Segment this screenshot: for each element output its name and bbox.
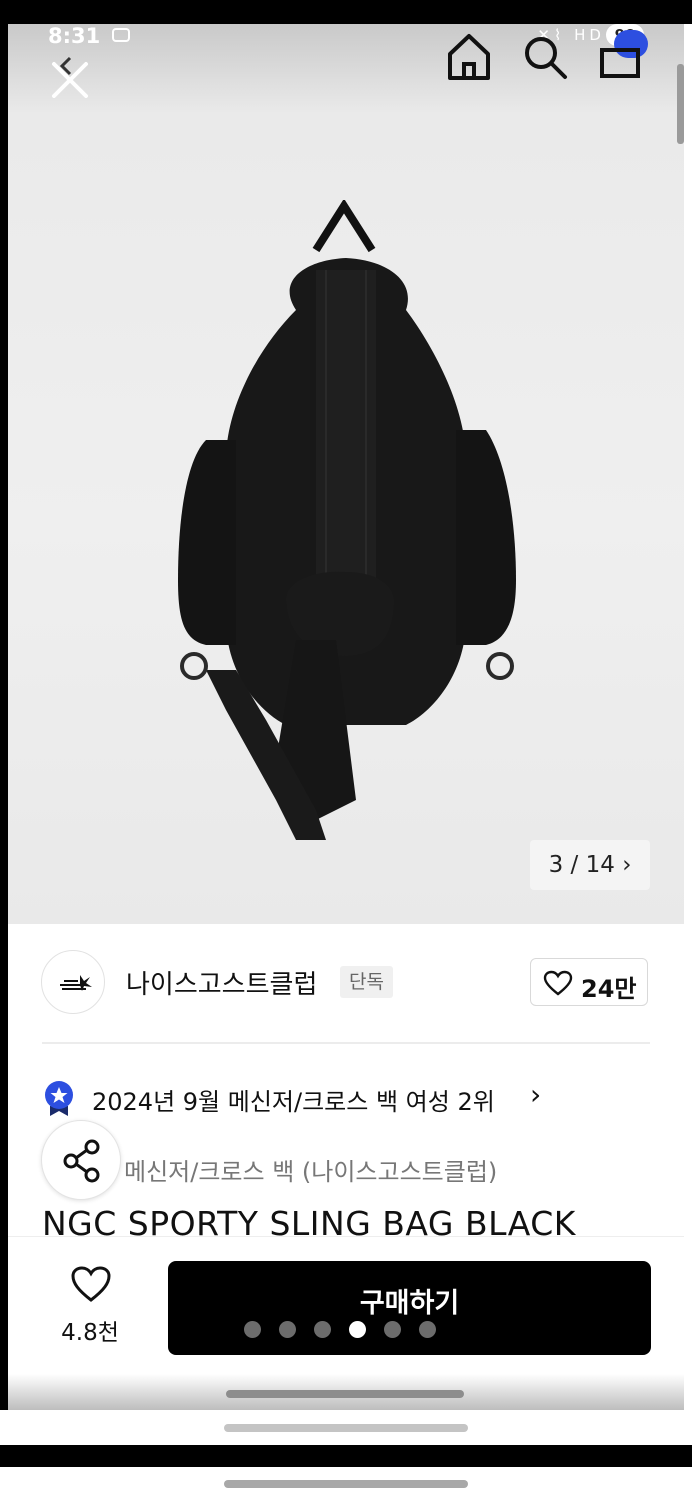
wishlist-button[interactable]: 4.8천: [48, 1265, 132, 1355]
carousel-dot[interactable]: [279, 1321, 296, 1338]
chevron-right-icon: ›: [530, 1078, 542, 1111]
search-icon[interactable]: [522, 34, 568, 80]
carousel-dot[interactable]: [384, 1321, 401, 1338]
brand-like-count: 24만: [581, 975, 637, 1003]
heart-icon: [543, 970, 573, 996]
screen-record-icon: [112, 28, 130, 42]
carousel-dot[interactable]: [419, 1321, 436, 1338]
brand-like-button[interactable]: 24만: [530, 958, 648, 1006]
product-image: [166, 198, 526, 840]
exclusive-badge: 단독: [340, 966, 393, 998]
product-image-carousel[interactable]: 3 / 14 ›: [8, 24, 684, 924]
app-screen: 3 / 14 › 8:31 ✕⌇ HD ıl 90: [8, 24, 684, 1410]
ranking-medal-icon: [45, 1081, 73, 1116]
carousel-dot-active[interactable]: [349, 1321, 366, 1338]
brand-logo[interactable]: [41, 950, 105, 1014]
home-indicator[interactable]: [226, 1390, 464, 1398]
home-indicator[interactable]: [224, 1480, 468, 1488]
ranking-text: 2024년 9월 메신저/크로스 백 여성 2위: [92, 1088, 495, 1116]
device-left-edge: [0, 0, 8, 1445]
carousel-dots: [244, 1321, 454, 1341]
shopping-bag-icon[interactable]: [598, 36, 644, 82]
status-bar: 8:31 ✕⌇ HD ıl 90: [8, 24, 684, 54]
share-icon: [63, 1139, 100, 1183]
share-button[interactable]: [41, 1120, 121, 1200]
close-icon[interactable]: [48, 54, 92, 98]
device-bottom-bar: [0, 1445, 692, 1467]
ranking-link[interactable]: 2024년 9월 메신저/크로스 백 여성 2위 ›: [42, 1078, 642, 1122]
wishlist-count: 4.8천: [61, 1320, 119, 1346]
heart-icon: [71, 1266, 111, 1302]
carousel-dot[interactable]: [244, 1321, 261, 1338]
image-counter[interactable]: 3 / 14 ›: [530, 840, 650, 890]
scrollbar[interactable]: [677, 64, 684, 144]
home-indicator[interactable]: [224, 1424, 468, 1432]
divider: [42, 1042, 650, 1044]
product-category[interactable]: 메신저/크로스 백 (나이스고스트클럽): [124, 1152, 497, 1187]
brand-row: 나이스고스트클럽 단독 24만: [8, 948, 684, 1032]
status-time: 8:31: [48, 24, 101, 48]
home-icon[interactable]: [444, 30, 494, 82]
carousel-dot[interactable]: [314, 1321, 331, 1338]
device-top-bar: [0, 0, 692, 24]
brand-name[interactable]: 나이스고스트클럽: [126, 964, 317, 1001]
